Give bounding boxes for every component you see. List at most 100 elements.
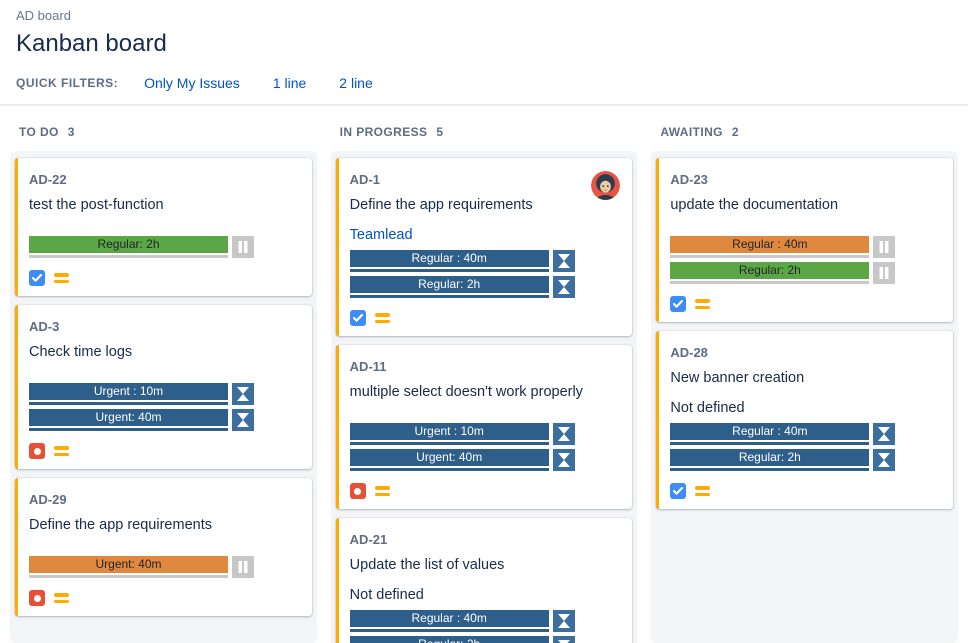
pause-icon[interactable] <box>232 556 254 578</box>
column-to-do: TO DO 3 AD-22 test the post-function Reg… <box>10 123 317 643</box>
filter-2-line[interactable]: 2 line <box>339 75 372 91</box>
time-bar-track <box>350 629 549 632</box>
time-bar-row: Regular : 40m <box>350 610 623 632</box>
card-footer <box>350 483 623 499</box>
time-bar-track <box>29 428 228 431</box>
time-bar-label: Urgent : 10m <box>29 383 228 400</box>
filter-1-line[interactable]: 1 line <box>273 75 306 91</box>
pause-icon[interactable] <box>873 262 895 284</box>
time-bar-row: Urgent: 40m <box>29 556 302 578</box>
time-bar: Regular : 40m <box>670 423 869 445</box>
user-avatar[interactable] <box>591 171 620 200</box>
card-footer <box>29 270 302 286</box>
time-bar-row: Urgent : 10m <box>29 383 302 405</box>
hourglass-icon[interactable] <box>232 383 254 405</box>
card-ad-29[interactable]: AD-29 Define the app requirements Urgent… <box>15 478 312 616</box>
time-bar: Regular : 40m <box>350 250 549 272</box>
task-check-icon <box>350 310 366 326</box>
card-field-value: Not defined <box>670 400 943 416</box>
time-bar: Regular: 2h <box>670 449 869 471</box>
time-bars: Regular: 2h <box>29 236 302 258</box>
card-footer <box>29 590 302 606</box>
card-field-value: Not defined <box>350 587 623 603</box>
time-bar: Urgent: 40m <box>29 556 228 578</box>
time-bar-label: Urgent: 40m <box>350 449 549 466</box>
time-bar: Regular : 40m <box>350 610 549 632</box>
time-bar-label: Regular: 2h <box>29 236 228 253</box>
hourglass-icon[interactable] <box>873 423 895 445</box>
time-bar-track <box>29 255 228 258</box>
card-ad-3[interactable]: AD-3 Check time logs Urgent : 10m <box>15 305 312 469</box>
time-bar: Regular: 2h <box>350 636 549 643</box>
card-footer <box>670 296 943 312</box>
hourglass-icon[interactable] <box>553 636 575 643</box>
column-header-in-progress: IN PROGRESS 5 <box>331 125 638 139</box>
card-key: AD-29 <box>29 492 302 507</box>
kanban-board: TO DO 3 AD-22 test the post-function Reg… <box>0 106 968 643</box>
hourglass-icon[interactable] <box>232 409 254 431</box>
card-field-link[interactable]: Teamlead <box>350 227 623 243</box>
time-bar-label: Regular: 2h <box>670 262 869 279</box>
hourglass-icon[interactable] <box>553 610 575 632</box>
hourglass-icon[interactable] <box>553 250 575 272</box>
time-bar: Urgent: 40m <box>29 409 228 431</box>
card-key: AD-23 <box>670 172 943 187</box>
hourglass-icon[interactable] <box>553 276 575 298</box>
time-bar-label: Regular : 40m <box>350 610 549 627</box>
column-header-awaiting: AWAITING 2 <box>651 125 958 139</box>
time-bar-track <box>670 442 869 445</box>
quick-filters-bar: QUICK FILTERS: Only My Issues 1 line 2 l… <box>16 75 952 104</box>
time-bar: Urgent: 40m <box>350 449 549 471</box>
pause-icon[interactable] <box>873 236 895 258</box>
column-awaiting: AWAITING 2 AD-23 update the documentatio… <box>651 123 958 643</box>
time-bar-label: Urgent: 40m <box>29 556 228 573</box>
card-ad-1[interactable]: AD-1 Define the app requirements Teamlea… <box>336 158 633 336</box>
priority-medium-icon <box>695 486 710 496</box>
time-bars: Regular : 40m Regular: 2h <box>350 610 623 643</box>
card-ad-11[interactable]: AD-11 multiple select doesn't work prope… <box>336 345 633 509</box>
column-count: 5 <box>436 125 443 139</box>
task-check-icon <box>670 296 686 312</box>
card-summary: Define the app requirements <box>350 197 623 213</box>
time-bars: Urgent : 10m Urgent: 40m <box>29 383 302 431</box>
card-ad-22[interactable]: AD-22 test the post-function Regular: 2h <box>15 158 312 296</box>
time-bar-track <box>670 281 869 284</box>
bug-icon <box>29 590 45 606</box>
time-bar-row: Urgent: 40m <box>29 409 302 431</box>
hourglass-icon[interactable] <box>553 423 575 445</box>
column-in-progress: IN PROGRESS 5 AD-1 Define the app requir… <box>331 123 638 643</box>
card-summary: Check time logs <box>29 344 302 360</box>
priority-medium-icon <box>695 299 710 309</box>
time-bar: Regular: 2h <box>350 276 549 298</box>
breadcrumb[interactable]: AD board <box>16 8 952 23</box>
card-key: AD-22 <box>29 172 302 187</box>
time-bar: Urgent : 10m <box>350 423 549 445</box>
column-name: AWAITING <box>660 125 723 139</box>
time-bar-row: Urgent: 40m <box>350 449 623 471</box>
filter-only-my-issues[interactable]: Only My Issues <box>144 75 240 91</box>
column-body-in-progress: AD-1 Define the app requirements Teamlea… <box>331 151 638 643</box>
time-bar-label: Regular: 2h <box>350 276 549 293</box>
card-summary: test the post-function <box>29 197 302 213</box>
time-bar-track <box>350 442 549 445</box>
time-bars: Regular : 40m Regular: 2h <box>670 423 943 471</box>
card-key: AD-1 <box>350 172 623 187</box>
card-ad-21[interactable]: AD-21 Update the list of values Not defi… <box>336 518 633 643</box>
time-bar: Regular: 2h <box>670 262 869 284</box>
time-bar-row: Regular: 2h <box>350 276 623 298</box>
time-bar-track <box>350 269 549 272</box>
time-bar-row: Regular: 2h <box>350 636 623 643</box>
page-title: Kanban board <box>16 30 952 58</box>
hourglass-icon[interactable] <box>553 449 575 471</box>
priority-medium-icon <box>54 273 69 283</box>
priority-medium-icon <box>375 313 390 323</box>
time-bar-row: Regular: 2h <box>670 449 943 471</box>
hourglass-icon[interactable] <box>873 449 895 471</box>
card-ad-28[interactable]: AD-28 New banner creation Not defined Re… <box>656 331 953 509</box>
time-bar-row: Regular : 40m <box>670 423 943 445</box>
pause-icon[interactable] <box>232 236 254 258</box>
time-bar: Regular: 2h <box>29 236 228 258</box>
time-bar-track <box>29 402 228 405</box>
card-ad-23[interactable]: AD-23 update the documentation Regular :… <box>656 158 953 322</box>
time-bar: Regular : 40m <box>670 236 869 258</box>
